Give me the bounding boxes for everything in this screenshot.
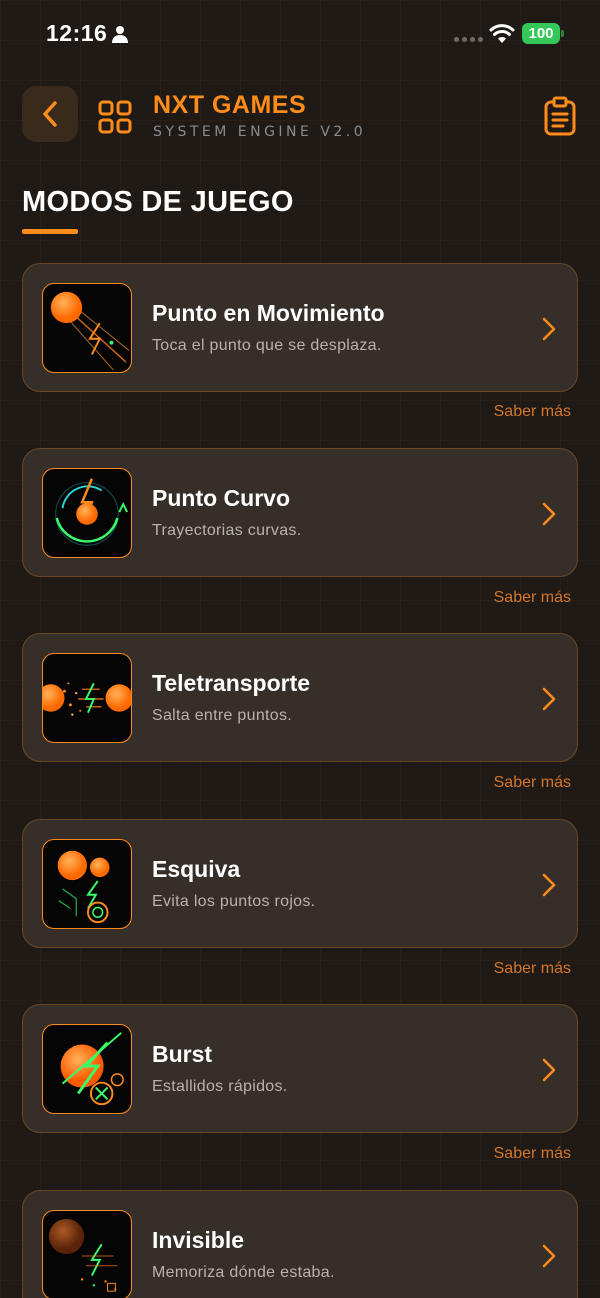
- app-subtitle: SYSTEM ENGINE V2.0: [153, 124, 367, 140]
- chevron-right-icon: [542, 502, 556, 526]
- battery-tip: [561, 30, 564, 37]
- app-title: NXT GAMES: [153, 91, 307, 119]
- back-button[interactable]: [22, 86, 78, 142]
- moving-dot-icon: [50, 291, 130, 371]
- wifi-icon: [489, 24, 515, 43]
- mode-card-punto-en-movimiento[interactable]: Punto en Movimiento Toca el punto que se…: [22, 263, 578, 392]
- chevron-right-icon: [542, 317, 556, 341]
- learn-more-link[interactable]: Saber más: [494, 774, 571, 792]
- section-title: MODOS DE JUEGO: [22, 186, 294, 218]
- mode-description: Evita los puntos rojos.: [152, 893, 316, 910]
- grid-icon: [98, 100, 132, 134]
- learn-more-link[interactable]: Saber más: [494, 960, 571, 978]
- dodge-icon: [57, 850, 110, 924]
- mode-description: Trayectorias curvas.: [152, 522, 302, 539]
- burst-icon: [60, 1032, 124, 1106]
- person-icon: [112, 26, 128, 43]
- chevron-right-icon: [542, 873, 556, 897]
- mode-description: Salta entre puntos.: [152, 707, 293, 724]
- mode-title: Burst: [152, 1041, 213, 1067]
- status-bar: 12:16 100: [0, 0, 600, 70]
- signal-dots-icon: [454, 37, 483, 42]
- mode-title: Invisible: [152, 1227, 245, 1253]
- mode-thumbnail: [42, 283, 132, 373]
- mode-title: Teletransporte: [152, 670, 311, 696]
- mode-card-invisible[interactable]: Invisible Memoriza dónde estaba.: [22, 1190, 578, 1298]
- chevron-right-icon: [542, 1244, 556, 1268]
- invisible-icon: [48, 1218, 118, 1292]
- mode-card-teletransporte[interactable]: Teletransporte Salta entre puntos.: [22, 633, 578, 762]
- learn-more-link[interactable]: Saber más: [494, 1145, 571, 1163]
- chevron-right-icon: [542, 1058, 556, 1082]
- chevron-left-icon: [43, 101, 57, 127]
- learn-more-link[interactable]: Saber más: [494, 403, 571, 421]
- mode-card-burst[interactable]: Burst Estallidos rápidos.: [22, 1004, 578, 1133]
- clipboard-icon[interactable]: [543, 96, 577, 136]
- app-header: NXT GAMES SYSTEM ENGINE V2.0: [0, 86, 600, 144]
- mode-title: Esquiva: [152, 856, 241, 882]
- mode-thumbnail: [42, 653, 132, 743]
- status-time: 12:16: [46, 20, 108, 46]
- mode-card-esquiva[interactable]: Esquiva Evita los puntos rojos.: [22, 819, 578, 948]
- curved-dot-icon: [55, 478, 128, 546]
- battery-indicator: 100: [522, 23, 560, 44]
- mode-thumbnail: [42, 1024, 132, 1114]
- mode-description: Memoriza dónde estaba.: [152, 1264, 335, 1281]
- mode-title: Punto en Movimiento: [152, 300, 385, 326]
- mode-card-punto-curvo[interactable]: Punto Curvo Trayectorias curvas.: [22, 448, 578, 577]
- learn-more-link[interactable]: Saber más: [494, 589, 571, 607]
- mode-thumbnail: [42, 1210, 132, 1298]
- mode-thumbnail: [42, 468, 132, 558]
- mode-description: Estallidos rápidos.: [152, 1078, 288, 1095]
- section-underline: [22, 229, 78, 234]
- mode-description: Toca el punto que se desplaza.: [152, 337, 382, 354]
- mode-title: Punto Curvo: [152, 485, 290, 511]
- mode-thumbnail: [42, 839, 132, 929]
- teleport-icon: [43, 682, 131, 716]
- chevron-right-icon: [542, 687, 556, 711]
